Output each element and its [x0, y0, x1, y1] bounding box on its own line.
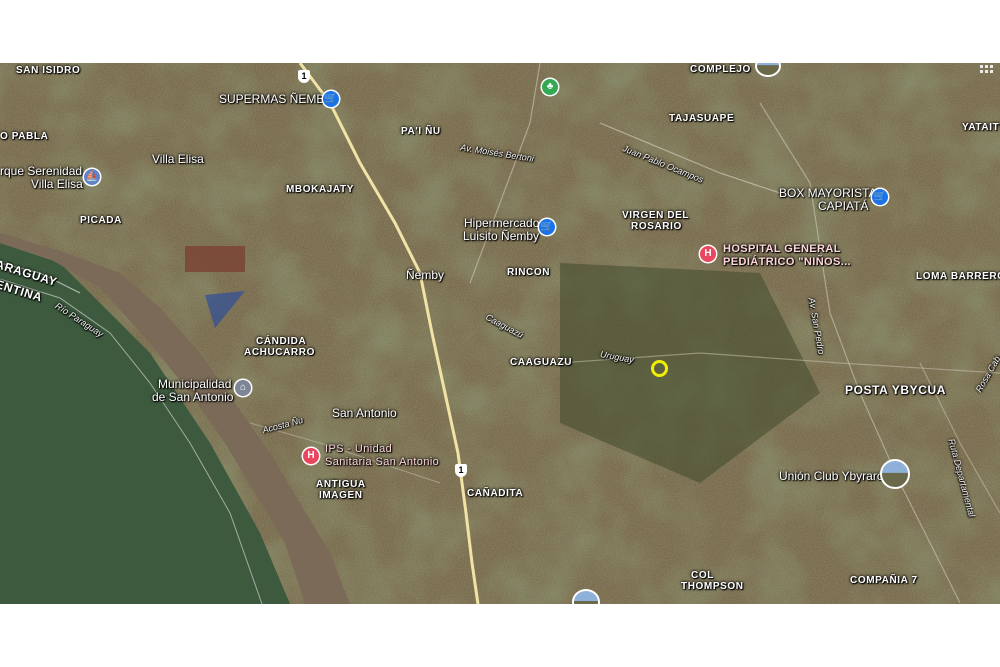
apps-grid-icon[interactable] [980, 65, 994, 79]
place-antigua-line2: IMAGEN [319, 490, 363, 501]
hospital-icon[interactable]: H [303, 448, 319, 464]
poi-parque-serenidad-line1: rque Serenidad, [0, 164, 86, 178]
route-1-shield: 1 [455, 464, 467, 477]
place-mbokajaty: MBOKAJATY [286, 184, 354, 195]
place-villa-elisa: Villa Elisa [152, 152, 204, 166]
poi-municipalidad-line1: Municipalidad [158, 377, 232, 391]
satellite-map[interactable]: 1 1 SAN ISIDRO O PABLA Villa Elisa rque … [0, 63, 1000, 604]
poi-parque-serenidad-line2: Villa Elisa [31, 177, 83, 191]
shopping-cart-icon[interactable]: 🛒 [872, 189, 888, 205]
shopping-cart-icon[interactable]: 🛒 [539, 219, 555, 235]
place-virgen-line2: ROSARIO [631, 221, 682, 232]
hospital-icon[interactable]: H [700, 246, 716, 262]
poi-hospital-line2: PEDIÁTRICO "NIÑOS... [723, 256, 852, 268]
place-compania-7: COMPAÑIA 7 [850, 575, 918, 586]
place-picada: PICADA [80, 215, 122, 226]
shopping-cart-icon[interactable]: 🛒 [323, 91, 339, 107]
place-san-isidro: SAN ISIDRO [16, 65, 81, 76]
place-loma-barrero: LOMA BARRERO [916, 271, 1000, 282]
photo-thumbnail[interactable] [880, 459, 910, 489]
place-tajasuape: TAJASUAPE [669, 113, 735, 124]
poi-box-mayorista-line1: BOX MAYORISTA [779, 186, 877, 200]
place-col-thompson-line2: THOMPSON [681, 581, 744, 592]
park-icon[interactable]: ♣ [542, 79, 558, 95]
poi-supermas: SUPERMAS ÑEMBY [219, 92, 333, 106]
government-building-icon[interactable]: ⌂ [235, 380, 251, 396]
poi-box-mayorista-line2: CAPIATÁ [818, 199, 869, 213]
place-posta-ybycua: POSTA YBYCUA [845, 383, 946, 397]
place-canadita: CAÑADITA [467, 488, 524, 499]
place-paiu: PA'I ÑU [401, 126, 441, 137]
poi-hospital-line1: HOSPITAL GENERAL [723, 243, 841, 255]
poi-ips-line2: Sanitaria San Antonio [325, 456, 440, 468]
poi-union-club: Unión Club Ybyraró [779, 469, 884, 483]
poi-hipermercado-line2: Luisito Ñemby [463, 229, 540, 243]
poi-hipermercado-line1: Hipermercado [464, 216, 540, 230]
place-yataity: YATAITY [962, 122, 1000, 133]
place-complejo: COMPLEJO [690, 64, 751, 75]
route-1-shield: 1 [298, 70, 310, 83]
poi-ips-line1: IPS - Unidad [325, 443, 393, 455]
boat-icon[interactable]: ⛵ [84, 169, 100, 185]
satellite-imagery [0, 63, 1000, 604]
poi-municipalidad-line2: de San Antonio [152, 390, 234, 404]
place-san-antonio: San Antonio [332, 406, 397, 420]
place-o-pabla: O PABLA [0, 131, 49, 142]
place-caaguazu: CAAGUAZU [510, 357, 573, 368]
place-nemby: Ñemby [406, 268, 445, 282]
location-marker[interactable] [651, 360, 668, 377]
place-candida-line2: ACHUCARRO [244, 347, 315, 358]
place-rincon: RINCON [507, 267, 551, 278]
